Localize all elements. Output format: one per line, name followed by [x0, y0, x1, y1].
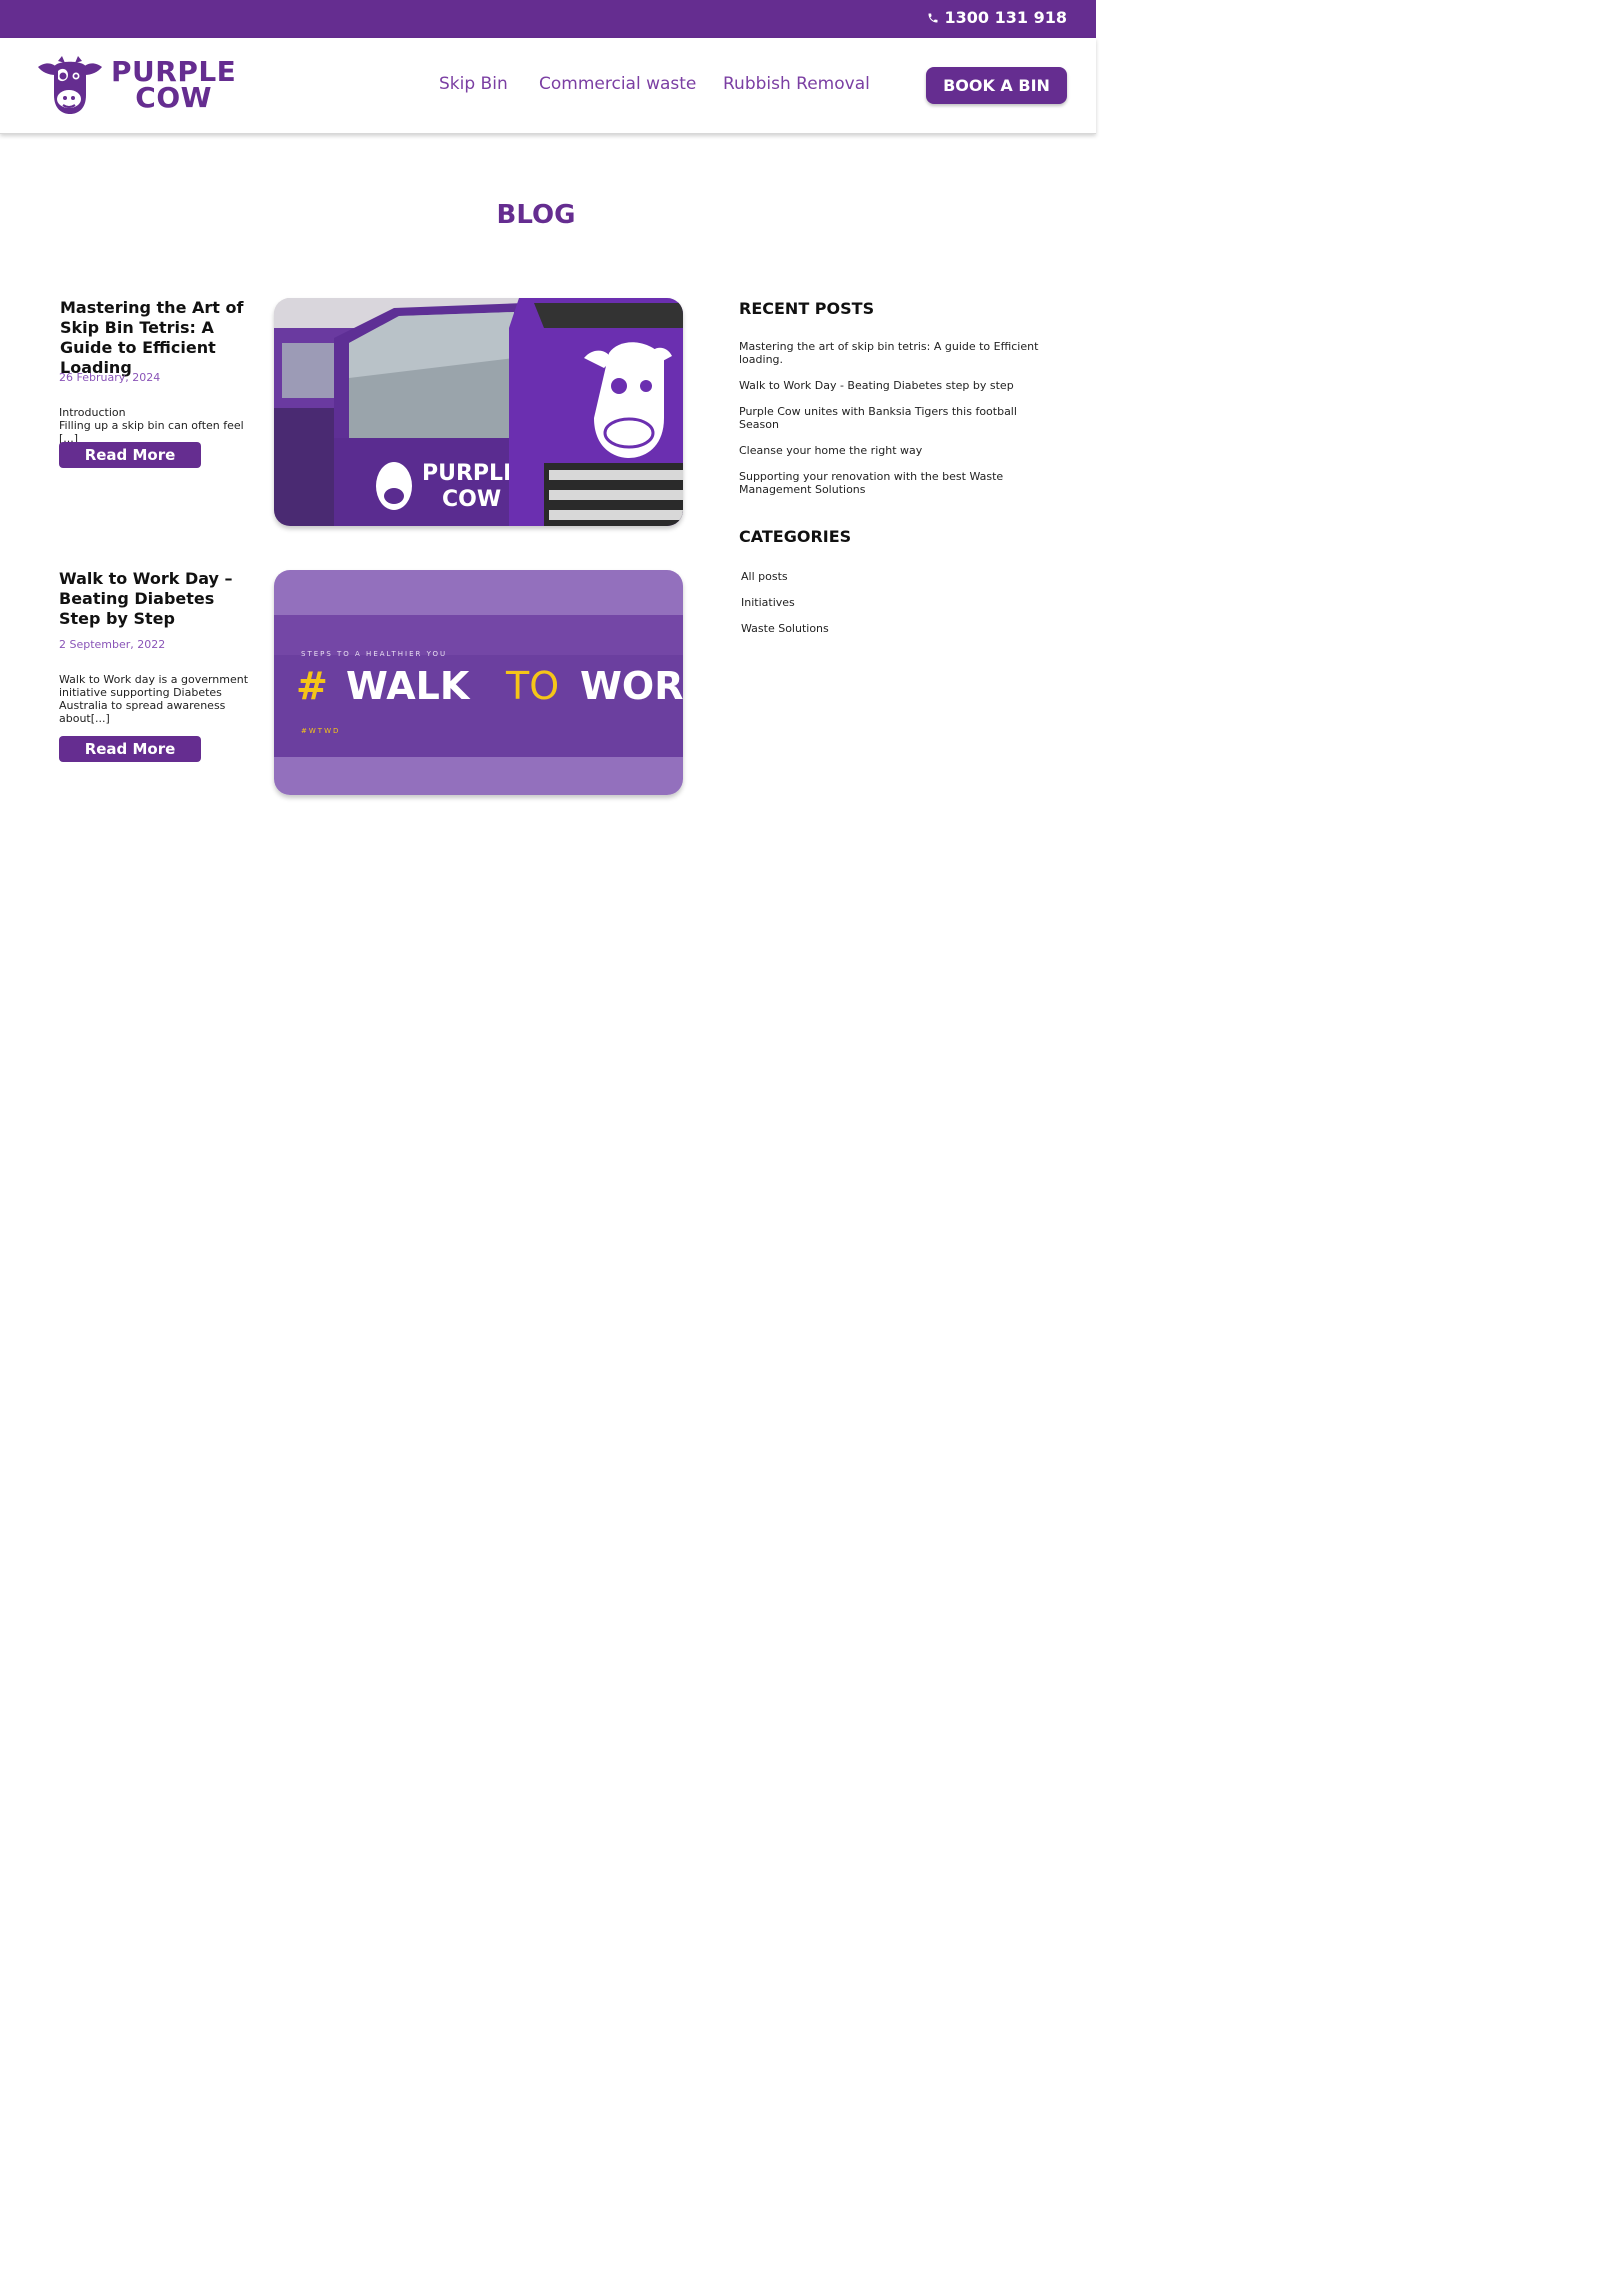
post-excerpt: Introduction Filling up a skip bin can o…: [59, 406, 259, 445]
post-title[interactable]: Walk to Work Day – Beating Diabetes Step…: [59, 569, 259, 629]
post-excerpt: Walk to Work day is a government initiat…: [59, 673, 249, 725]
nav-rubbish-removal[interactable]: Rubbish Removal: [723, 74, 870, 94]
book-a-bin-button[interactable]: BOOK A BIN: [926, 67, 1067, 104]
post-excerpt-line: Introduction: [59, 406, 126, 419]
category-link-initiatives[interactable]: Initiatives: [741, 596, 795, 609]
logo-text: PURPLE COW: [111, 58, 236, 114]
phone-number: 1300 131 918: [944, 8, 1067, 27]
categories-heading: CATEGORIES: [739, 527, 852, 546]
read-more-button[interactable]: Read More: [59, 736, 201, 762]
post-title[interactable]: Mastering the Art of Skip Bin Tetris: A …: [60, 298, 260, 378]
top-bar: 1300 131 918: [0, 0, 1096, 38]
post-date: 2 September, 2022: [59, 638, 166, 651]
recent-post-link[interactable]: Walk to Work Day - Beating Diabetes step…: [739, 379, 1039, 392]
nav-skip-bin[interactable]: Skip Bin: [439, 74, 508, 94]
post-date: 26 February, 2024: [59, 371, 161, 384]
post-image-trucks[interactable]: PURPLE COW: [274, 298, 683, 526]
page-title: BLOG: [496, 200, 576, 230]
recent-post-link[interactable]: Purple Cow unites with Banksia Tigers th…: [739, 405, 1019, 431]
truck-logo-text: PURPLE: [422, 461, 518, 486]
read-more-button[interactable]: Read More: [59, 442, 201, 468]
truck-logo-text: COW: [442, 487, 501, 512]
category-link-waste-solutions[interactable]: Waste Solutions: [741, 622, 829, 635]
category-link-all-posts[interactable]: All posts: [741, 570, 788, 583]
image-hashtag: #WTWD: [301, 727, 340, 735]
site-header: PURPLE COW Skip Bin Commercial waste Rub…: [0, 38, 1096, 134]
image-to: TO: [505, 664, 559, 708]
cow-head-icon: [38, 56, 102, 114]
image-work: WORK: [580, 664, 683, 708]
recent-post-link[interactable]: Mastering the art of skip bin tetris: A …: [739, 340, 1039, 366]
phone-link[interactable]: 1300 131 918: [927, 8, 1067, 27]
logo-line-2: COW: [135, 81, 213, 114]
recent-post-link[interactable]: Cleanse your home the right way: [739, 444, 1039, 457]
phone-icon: [928, 13, 938, 22]
post-image-walk-to-work[interactable]: STEPS TO A HEALTHIER YOU # WALK TO WORK …: [274, 570, 683, 795]
image-hash: #: [296, 664, 328, 708]
nav-commercial-waste[interactable]: Commercial waste: [539, 74, 696, 94]
image-walk: WALK: [346, 664, 471, 708]
recent-post-link[interactable]: Supporting your renovation with the best…: [739, 470, 1019, 496]
image-tagline: STEPS TO A HEALTHIER YOU: [301, 650, 447, 658]
logo[interactable]: PURPLE COW: [36, 55, 236, 115]
recent-posts-heading: RECENT POSTS: [739, 299, 875, 318]
